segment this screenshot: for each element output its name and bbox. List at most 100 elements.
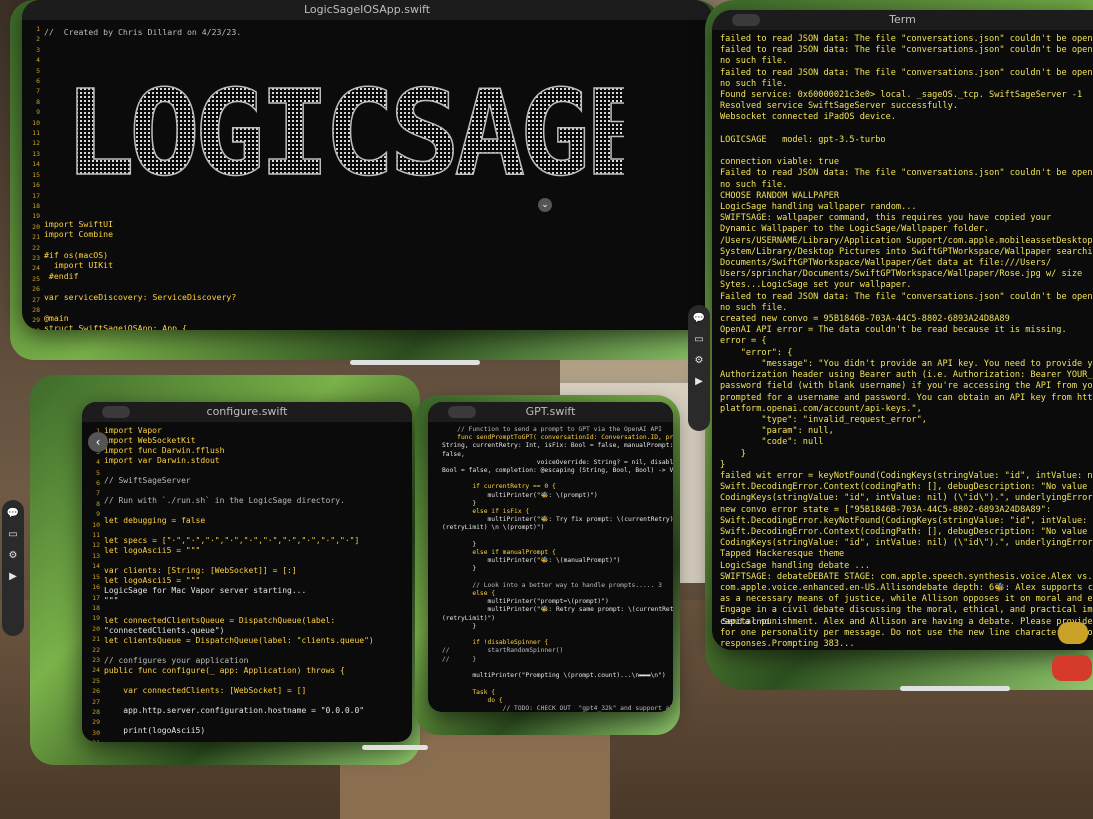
top-code-area[interactable]: // Created by Chris Dillard on 4/23/23. …	[22, 2, 712, 330]
terminal-line: LogicSage handling debate ...	[720, 560, 871, 571]
terminal-line: Documents/SwiftGPTWorkspace/Wallpaper/Ge…	[720, 258, 1052, 269]
configure-window-move-handle[interactable]	[362, 745, 428, 750]
play-icon[interactable]: ▶	[9, 571, 17, 582]
gpt-editor-window[interactable]: GPT.swift // Function to send a prompt t…	[428, 402, 673, 712]
code-line: voiceOverride: String? = nil, disableSpi…	[536, 458, 673, 466]
terminal-line: "error": {	[720, 347, 793, 358]
configure-editor-window[interactable]: configure.swift 123456789101112131415161…	[82, 402, 412, 742]
terminal-line: Authorization header using Bearer auth (…	[720, 370, 1093, 381]
send-command-field[interactable]: Send a cmd	[722, 617, 769, 626]
terminal-line: error = {	[720, 336, 767, 347]
terminal-line: capital punishment. Alex and Allison are…	[720, 616, 1093, 627]
window-grabber[interactable]	[102, 406, 130, 418]
terminal-window[interactable]: Term failed to read JSON data: The file …	[712, 10, 1093, 650]
code-line: import Vapor	[104, 426, 162, 435]
window-icon[interactable]: ▭	[8, 529, 17, 540]
back-chevron-icon[interactable]: ‹	[88, 432, 108, 452]
terminal-line: "code": null	[720, 437, 824, 448]
gpt-titlebar[interactable]: GPT.swift	[428, 402, 673, 422]
code-line: let clientsQueue = DispatchQueue(label: …	[104, 636, 374, 645]
term-window-move-handle[interactable]	[900, 686, 1010, 691]
code-line: }	[442, 540, 477, 548]
code-line: multiPrinter("Prompting \(prompt.count).…	[442, 672, 666, 680]
code-line: func sendPromptToGPT( conversationId: Co…	[442, 434, 673, 442]
gpt-code-area[interactable]: // Function to send a prompt to GPT via …	[428, 422, 673, 712]
code-line: do {	[442, 696, 503, 704]
terminal-line: Tapped Hackeresque theme	[720, 549, 845, 560]
terminal-output[interactable]: failed to read JSON data: The file "conv…	[712, 30, 1093, 650]
terminal-line: Resolved service SwiftSageServer success…	[720, 101, 958, 112]
code-line: multiPrinter("🐝: \(prompt)")	[442, 491, 598, 499]
code-line: let specs = ["·","·","·","·","·","·","·"…	[104, 536, 360, 545]
code-line: let connectedClientsQueue = DispatchQueu…	[104, 616, 336, 625]
play-icon[interactable]: ▶	[695, 376, 703, 387]
terminal-line: failed to read JSON data: The file "conv…	[720, 67, 1093, 78]
configure-title: configure.swift	[206, 405, 288, 418]
header-comment: // Created by Chris Dillard on 4/23/23.	[44, 26, 242, 37]
code-line: let debugging = false	[104, 516, 206, 525]
code-line: multiPrinter("🐝: \(manualPrompt)")	[442, 557, 621, 565]
code-line: import var Darwin.stdout	[104, 456, 220, 465]
gear-icon[interactable]: ⚙	[9, 550, 18, 561]
terminal-line: Engage in a civil debate discussing the …	[720, 605, 1093, 616]
code-line: import UIKit	[44, 260, 114, 271]
send-command-placeholder: Send a cmd	[722, 617, 770, 626]
code-line: }	[442, 622, 477, 630]
code-line: false,	[442, 450, 465, 458]
window-grabber[interactable]	[732, 14, 760, 26]
lock-button[interactable]	[1058, 622, 1088, 644]
code-line: // Run with `./run.sh` in the LogicSage …	[104, 496, 345, 505]
terminal-line: }	[720, 448, 746, 459]
chat-icon[interactable]: 💬	[7, 508, 19, 519]
terminal-line: prompted for a username and password. Yo…	[720, 392, 1093, 403]
code-line: if currentRetry == 0 {	[442, 483, 556, 491]
code-line: else {	[442, 590, 496, 598]
terminal-line: CodingKeys(stringValue: "id", intValue: …	[720, 538, 1093, 549]
window-grabber[interactable]	[448, 406, 476, 418]
terminal-line: Failed to read JSON data: The file "conv…	[720, 291, 1093, 302]
code-line: let logoAscii5 = """	[104, 576, 201, 585]
terminal-line: "type": "invalid_request_error",	[720, 414, 927, 425]
configure-titlebar[interactable]: configure.swift	[82, 402, 412, 422]
window-icon[interactable]: ▭	[694, 334, 703, 345]
term-titlebar[interactable]: Term	[712, 10, 1093, 30]
record-button[interactable]	[1052, 655, 1092, 681]
code-line: public func configure(_ app: Application…	[104, 666, 345, 675]
terminal-line: SWIFTSAGE: debateDEBATE STAGE: com.apple…	[720, 571, 1093, 582]
code-line: Task {	[442, 688, 496, 696]
top-editor-window[interactable]: LogicSageIOSApp.swift 1 2 3 4 5 6 7 8 9 10 11 12 13 1…	[22, 0, 712, 330]
top-window-move-handle[interactable]	[350, 360, 480, 365]
code-line: var clients: [String: [WebSocket]] = [:]	[104, 566, 297, 575]
code-line: Bool = false, completion: @escaping (Str…	[442, 467, 673, 475]
terminal-line: created new convo = 95B1846B-703A-44C5-8…	[720, 314, 1010, 325]
terminal-line: Websocket connected iPadOS device.	[720, 112, 896, 123]
terminal-line: Swift.DecodingError.Context(codingPath: …	[720, 526, 1093, 537]
terminal-line: "message": "You didn't provide an API ke…	[761, 358, 1093, 369]
terminal-line: for one personality per message. Do not …	[720, 627, 1093, 638]
chat-icon[interactable]: 💬	[693, 313, 705, 324]
terminal-line: responses.Prompting 383...	[720, 638, 855, 649]
scroll-down-chevron-icon[interactable]: ⌄	[538, 198, 552, 212]
code-line: struct SwiftSageiOSApp: App {	[44, 322, 187, 330]
terminal-line: LOGICSAGE model: gpt-3.5-turbo	[720, 134, 886, 145]
code-line: // SwiftSageServer	[104, 476, 191, 485]
term-title: Term	[889, 13, 916, 26]
code-line: if !disableSpinner {	[442, 639, 549, 647]
terminal-line: Sytes...LogicSage set your wallpaper.	[720, 280, 912, 291]
gear-icon[interactable]: ⚙	[695, 355, 704, 366]
terminal-line: System/Library/Desktop Pictures into Swi…	[720, 246, 1093, 257]
configure-code-area[interactable]: import Vapor import WebSocketKit import fu…	[82, 422, 412, 742]
terminal-line: LogicSage handling wallpaper random...	[720, 202, 917, 213]
